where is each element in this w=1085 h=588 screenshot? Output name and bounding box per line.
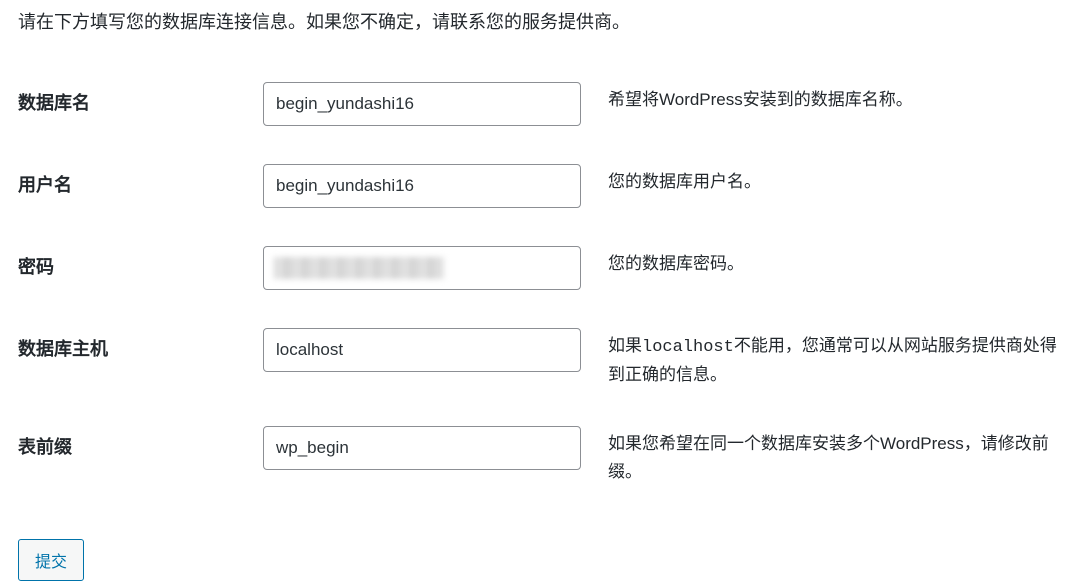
dbhost-description: 如果localhost不能用，您通常可以从网站服务提供商处得到正确的信息。 <box>608 320 1067 418</box>
username-input[interactable] <box>263 164 581 208</box>
dbname-label: 数据库名 <box>18 74 263 156</box>
submit-button[interactable]: 提交 <box>18 539 84 581</box>
password-description: 您的数据库密码。 <box>608 238 1067 320</box>
username-label: 用户名 <box>18 156 263 238</box>
username-description: 您的数据库用户名。 <box>608 156 1067 238</box>
prefix-description: 如果您希望在同一个数据库安装多个WordPress，请修改前缀。 <box>608 418 1067 514</box>
dbhost-label: 数据库主机 <box>18 320 263 418</box>
password-input[interactable] <box>263 246 581 290</box>
password-label: 密码 <box>18 238 263 320</box>
dbhost-input[interactable] <box>263 328 581 372</box>
prefix-label: 表前缀 <box>18 418 263 514</box>
dbname-description: 希望将WordPress安装到的数据库名称。 <box>608 74 1067 156</box>
intro-text: 请在下方填写您的数据库连接信息。如果您不确定，请联系您的服务提供商。 <box>18 8 1067 34</box>
db-config-form: 数据库名 希望将WordPress安装到的数据库名称。 用户名 您的数据库用户名… <box>18 74 1067 515</box>
prefix-input[interactable] <box>263 426 581 470</box>
dbname-input[interactable] <box>263 82 581 126</box>
